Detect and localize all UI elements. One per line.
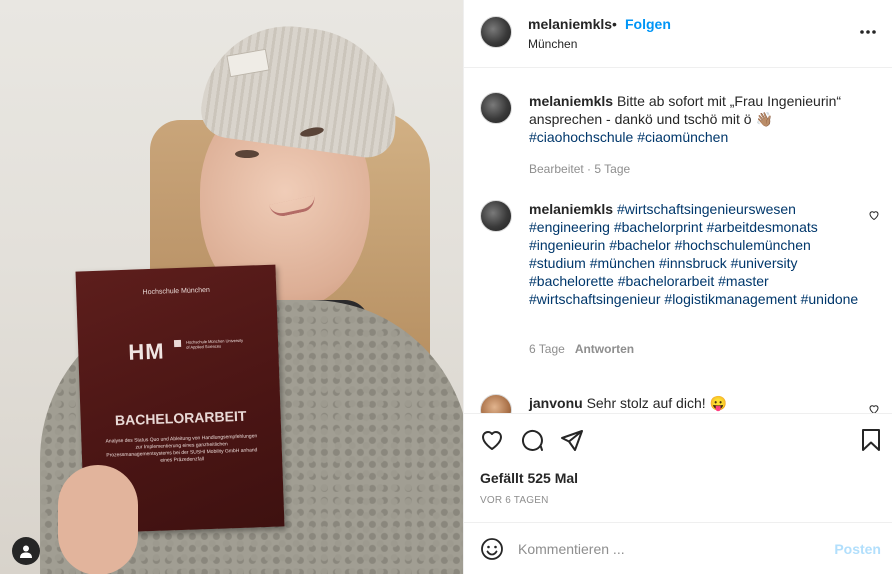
post-actions: Gefällt 525 Mal VOR 6 TAGEN Posten (464, 413, 892, 573)
hashtag[interactable]: #wirtschaftsingenieur (529, 291, 661, 307)
comment-body: melaniemkls #wirtschaftsingenieurswesen … (529, 200, 859, 308)
photo-hand (58, 465, 138, 574)
heart-icon[interactable] (868, 209, 880, 221)
comment-body: janvonu Sehr stolz auf dich! 😛 (529, 394, 859, 412)
emoji-icon[interactable] (480, 537, 504, 561)
reply-button[interactable]: Antworten (575, 342, 634, 356)
comment-time: 6 Tage (529, 342, 565, 356)
header-username[interactable]: melaniemkls (528, 16, 612, 32)
bookmark-icon[interactable] (859, 428, 883, 452)
comment: melaniemkls #wirtschaftsingenieurswesen … (480, 200, 880, 360)
avatar[interactable] (480, 200, 512, 232)
hashtag[interactable]: #bachelorprint (614, 219, 703, 235)
hashtag[interactable]: #logistikmanagement (664, 291, 796, 307)
hashtag[interactable]: #münchen (590, 255, 655, 271)
hashtag[interactable]: #arbeitdesmonats (706, 219, 817, 235)
hashtag[interactable]: #bachelorarbeit (618, 273, 715, 289)
hashtag[interactable]: #ciaomünchen (637, 129, 728, 145)
hashtag[interactable]: #innsbruck (659, 255, 727, 271)
hashtag[interactable]: #studium (529, 255, 586, 271)
likes-count[interactable]: Gefällt 525 Mal (480, 470, 578, 486)
comment-bubble-icon[interactable] (520, 428, 544, 452)
post-photo[interactable]: Hochschule München HM Hochschule München… (0, 0, 463, 574)
share-send-icon[interactable] (560, 428, 584, 452)
caption-username[interactable]: melaniemkls (529, 93, 613, 109)
book-title: BACHELORARBEIT (114, 407, 247, 429)
comments-list[interactable]: melaniemkls Bitte ab sofort mit „Frau In… (464, 69, 892, 413)
comment-username[interactable]: janvonu (529, 395, 583, 411)
hashtag[interactable]: #university (731, 255, 798, 271)
add-comment-bar: Posten (464, 522, 892, 574)
comment-input[interactable] (518, 537, 818, 561)
header-separator: • (612, 16, 617, 32)
avatar[interactable] (480, 394, 512, 413)
book-school: Hochschule München (142, 286, 211, 297)
hashtag[interactable]: #wirtschaftsingenieurswesen (617, 201, 796, 217)
hashtag[interactable]: #ingenieurin (529, 237, 605, 253)
comment-text: Sehr stolz auf dich! 😛 (586, 395, 727, 411)
book-logo-subtitle: Hochschule München University of Applied… (185, 337, 244, 350)
more-horizontal-icon[interactable] (858, 22, 878, 42)
hashtag[interactable]: #ciaohochschule (529, 129, 633, 145)
heart-icon[interactable] (868, 403, 880, 413)
location-link[interactable]: München (528, 37, 577, 51)
hashtag[interactable]: #bachelor (609, 237, 671, 253)
user-tag-icon[interactable] (12, 537, 40, 565)
book-logo: HM (127, 338, 165, 365)
avatar[interactable] (480, 16, 512, 48)
like-heart-icon[interactable] (480, 428, 504, 452)
comment-meta: 6 Tage Antworten (529, 342, 634, 356)
post-date[interactable]: VOR 6 TAGEN (480, 495, 549, 506)
hashtag[interactable]: #engineering (529, 219, 610, 235)
comment: janvonu Sehr stolz auf dich! 😛 (480, 394, 880, 413)
follow-button[interactable]: Folgen (625, 16, 671, 32)
book-description: Analyse des Status Quo und Ableitung von… (105, 433, 258, 464)
post-header: melaniemkls • Folgen München (464, 0, 892, 68)
hashtag[interactable]: #master (718, 273, 769, 289)
hashtag[interactable]: #bachelorette (529, 273, 614, 289)
hashtag[interactable]: #hochschulemünchen (675, 237, 811, 253)
caption-meta: Bearbeitet · 5 Tage (529, 162, 631, 176)
post-panel: melaniemkls • Folgen München melaniemkls… (463, 0, 892, 574)
hashtag[interactable]: #unidone (801, 291, 859, 307)
caption: melaniemkls Bitte ab sofort mit „Frau In… (480, 92, 880, 202)
book-logo-square (173, 339, 182, 348)
caption-body: melaniemkls Bitte ab sofort mit „Frau In… (529, 92, 859, 146)
avatar[interactable] (480, 92, 512, 124)
user-tag-glyph (20, 545, 32, 558)
photo-eye (235, 150, 259, 158)
comment-username[interactable]: melaniemkls (529, 201, 613, 217)
post-comment-button[interactable]: Posten (834, 541, 881, 557)
